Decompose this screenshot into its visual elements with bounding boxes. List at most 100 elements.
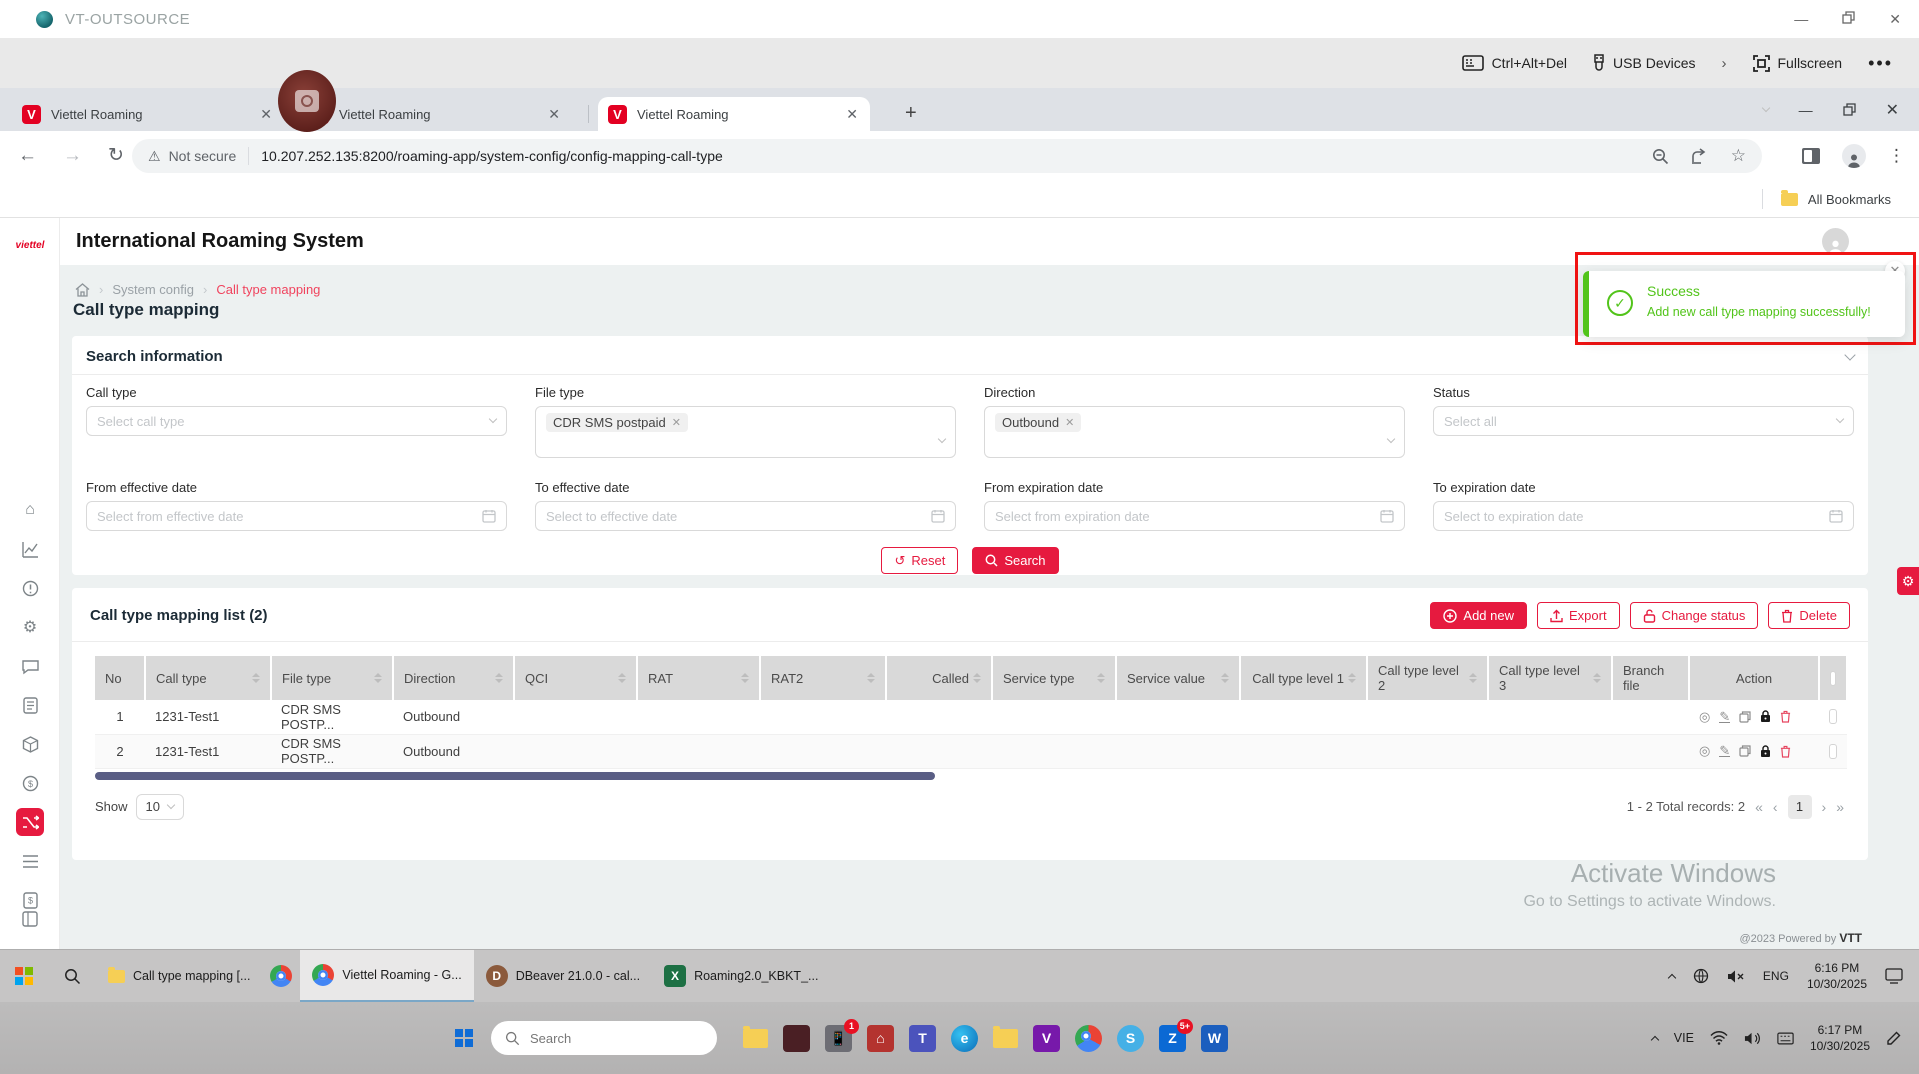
vm-task-folder[interactable]: Call type mapping [... xyxy=(96,950,262,1002)
next-page-icon[interactable]: › xyxy=(1822,799,1827,815)
current-page[interactable]: 1 xyxy=(1788,795,1812,819)
from-effective-date-input[interactable]: Select from effective date xyxy=(86,501,507,531)
delete-button[interactable]: Delete xyxy=(1768,602,1850,629)
volume-muted-icon[interactable] xyxy=(1727,969,1745,984)
host-language-indicator[interactable]: VIE xyxy=(1674,1031,1694,1045)
pen-notification-icon[interactable] xyxy=(1886,1031,1901,1046)
vm-task-excel[interactable]: X Roaming2.0_KBKT_... xyxy=(652,950,830,1002)
collapse-chevron-icon[interactable] xyxy=(1844,349,1855,360)
network-globe-icon[interactable] xyxy=(1693,968,1709,984)
sidebar-package-icon[interactable] xyxy=(16,730,44,758)
sidebar-billing-icon[interactable]: $ xyxy=(16,769,44,797)
vm-minimize-button[interactable]: — xyxy=(1794,11,1808,28)
browser-restore-button[interactable] xyxy=(1843,103,1856,116)
search-button[interactable]: Search xyxy=(972,547,1058,574)
table-row[interactable]: 2 1231-Test1 CDR SMS POSTP... Outbound ◎… xyxy=(95,734,1847,768)
status-select[interactable]: Select all xyxy=(1433,406,1854,436)
host-search-box[interactable]: Search xyxy=(491,1021,717,1055)
touch-keyboard-icon[interactable] xyxy=(1777,1032,1794,1045)
prev-page-icon[interactable]: ‹ xyxy=(1773,799,1778,815)
view-icon[interactable]: ◎ xyxy=(1699,709,1710,725)
wifi-icon[interactable] xyxy=(1710,1031,1728,1045)
your-phone-icon[interactable]: 📱1 xyxy=(825,1025,852,1052)
breadcrumb-system-config[interactable]: System config xyxy=(112,282,194,297)
reload-icon[interactable]: ↻ xyxy=(108,144,124,167)
sidebar-settings-icon[interactable]: ⚙ xyxy=(16,613,44,641)
bookmark-star-icon[interactable]: ☆ xyxy=(1731,146,1746,166)
to-expiration-date-input[interactable]: Select to expiration date xyxy=(1433,501,1854,531)
sidebar-home-icon[interactable]: ⌂ xyxy=(16,496,44,524)
change-status-button[interactable]: Change status xyxy=(1630,602,1759,629)
edit-icon[interactable]: ✎ xyxy=(1719,745,1730,757)
delete-row-icon[interactable] xyxy=(1780,710,1791,723)
lock-icon[interactable] xyxy=(1760,745,1771,758)
row-checkbox[interactable] xyxy=(1829,744,1837,759)
tab-search-chevron-icon[interactable] xyxy=(1761,103,1769,111)
last-page-icon[interactable]: » xyxy=(1836,799,1844,815)
new-tab-button[interactable]: + xyxy=(905,102,917,125)
chrome-icon[interactable] xyxy=(1075,1025,1102,1052)
sidebar-chat-icon[interactable] xyxy=(16,652,44,680)
vm-task-dbeaver[interactable]: D DBeaver 21.0.0 - cal... xyxy=(474,950,652,1002)
row-checkbox[interactable] xyxy=(1829,709,1837,724)
usb-devices-button[interactable]: USB Devices xyxy=(1593,54,1695,72)
teams-icon[interactable]: T xyxy=(909,1025,936,1052)
tab-close-icon[interactable]: ✕ xyxy=(844,106,860,123)
view-icon[interactable]: ◎ xyxy=(1699,743,1710,759)
sidebar-mapping-icon-active[interactable] xyxy=(16,808,44,836)
sidebar-document-icon[interactable] xyxy=(16,691,44,719)
zalo-icon[interactable]: Z5+ xyxy=(1159,1025,1186,1052)
chrome-menu-icon[interactable]: ⋮ xyxy=(1888,146,1905,166)
table-row[interactable]: 1 1231-Test1 CDR SMS POSTP... Outbound ◎… xyxy=(95,700,1847,734)
volume-icon[interactable] xyxy=(1744,1031,1761,1046)
sidebar-alert-icon[interactable] xyxy=(16,574,44,602)
delete-row-icon[interactable] xyxy=(1780,745,1791,758)
toolbar-more-button[interactable]: ••• xyxy=(1868,53,1893,74)
add-new-button[interactable]: Add new xyxy=(1430,602,1527,629)
call-type-select[interactable]: Select call type xyxy=(86,406,507,436)
vm-close-button[interactable]: ✕ xyxy=(1889,11,1901,28)
home-icon[interactable] xyxy=(75,283,90,297)
from-expiration-date-input[interactable]: Select from expiration date xyxy=(984,501,1405,531)
select-all-checkbox[interactable] xyxy=(1830,671,1836,686)
zoom-out-icon[interactable] xyxy=(1652,148,1669,165)
folder-icon[interactable] xyxy=(993,1029,1018,1048)
visual-studio-icon[interactable]: V xyxy=(1033,1025,1060,1052)
sidebar-collapse-icon[interactable] xyxy=(16,905,44,933)
vm-task-chrome[interactable] xyxy=(262,950,300,1002)
sidebar-chart-icon[interactable] xyxy=(16,535,44,563)
copy-icon[interactable] xyxy=(1739,711,1751,723)
browser-tab-1[interactable]: V Viettel Roaming ✕ xyxy=(12,97,284,131)
first-page-icon[interactable]: « xyxy=(1755,799,1763,815)
host-start-button[interactable] xyxy=(455,1029,473,1047)
direction-multiselect[interactable]: Outbound✕ xyxy=(984,406,1405,458)
word-icon[interactable]: W xyxy=(1201,1025,1228,1052)
vm-restore-button[interactable] xyxy=(1842,11,1855,28)
to-effective-date-input[interactable]: Select to effective date xyxy=(535,501,956,531)
ctrl-alt-del-button[interactable]: Ctrl+Alt+Del xyxy=(1462,55,1567,71)
edge-icon[interactable]: e xyxy=(951,1025,978,1052)
theme-settings-fab[interactable]: ⚙ xyxy=(1897,567,1919,595)
vm-start-button[interactable] xyxy=(0,967,48,985)
app-icon-dark[interactable] xyxy=(783,1025,810,1052)
horizontal-scrollbar[interactable] xyxy=(95,772,1847,780)
address-bar[interactable]: ⚠ Not secure 10.207.252.135:8200/roaming… xyxy=(132,139,1762,173)
store-icon[interactable]: ⌂ xyxy=(867,1025,894,1052)
vm-taskbar-search-icon[interactable] xyxy=(48,968,96,985)
reset-button[interactable]: ↺ Reset xyxy=(881,547,958,574)
browser-tab-3-active[interactable]: V Viettel Roaming ✕ xyxy=(598,97,870,131)
skype-icon[interactable]: S xyxy=(1117,1025,1144,1052)
vm-notification-icon[interactable] xyxy=(1885,968,1903,984)
export-button[interactable]: Export xyxy=(1537,602,1620,629)
user-avatar[interactable] xyxy=(1822,228,1849,255)
fullscreen-button[interactable]: Fullscreen xyxy=(1753,55,1843,72)
lock-icon[interactable] xyxy=(1760,710,1771,723)
forward-icon[interactable]: → xyxy=(63,145,82,167)
share-icon[interactable] xyxy=(1691,148,1709,164)
vm-language-indicator[interactable]: ENG xyxy=(1763,969,1789,983)
toolbar-expand-chevron[interactable]: › xyxy=(1722,55,1727,72)
tray-expand-icon[interactable] xyxy=(1651,1036,1659,1044)
tray-expand-icon[interactable] xyxy=(1668,974,1676,982)
vm-task-viettel-roaming[interactable]: Viettel Roaming - G... xyxy=(300,950,473,1002)
host-clock[interactable]: 6:17 PM 10/30/2025 xyxy=(1810,1022,1870,1054)
